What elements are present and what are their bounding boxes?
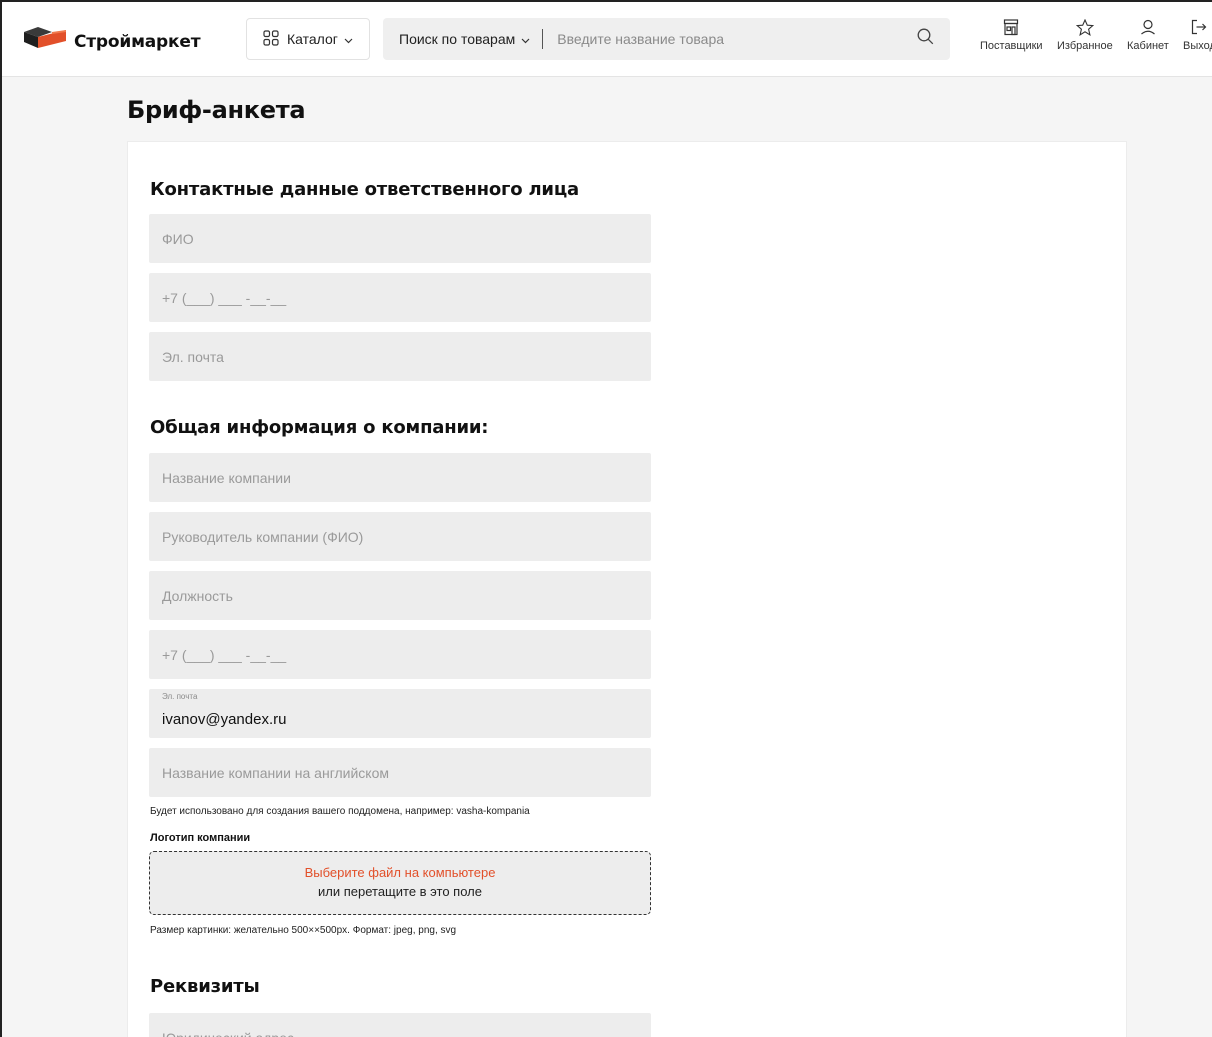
nav-account[interactable]: Кабинет [1127, 16, 1169, 52]
contact-section-title: Контактные данные ответственного лица [150, 179, 579, 200]
nav-label: Избранное [1057, 40, 1113, 52]
nav-label: Кабинет [1127, 40, 1169, 52]
contact-fio-input[interactable] [149, 214, 651, 263]
company-director-field [149, 512, 651, 561]
subdomain-hint: Будет использовано для создания вашего п… [150, 806, 530, 817]
company-phone-field [149, 630, 651, 679]
legal-address-input[interactable] [149, 1013, 651, 1037]
contact-email-input[interactable] [149, 332, 651, 381]
company-name-field [149, 453, 651, 502]
legal-address-field [149, 1013, 651, 1037]
company-name-en-input[interactable] [149, 748, 651, 797]
search-divider [542, 29, 544, 49]
company-position-field [149, 571, 651, 620]
nav-favorites[interactable]: Избранное [1057, 16, 1113, 52]
store-icon [1003, 16, 1019, 38]
search-input[interactable] [557, 18, 900, 60]
chevron-down-icon [521, 31, 530, 47]
logout-icon [1191, 16, 1207, 38]
user-icon [1140, 16, 1156, 38]
contact-phone-field [149, 273, 651, 322]
company-email-input[interactable] [149, 689, 651, 738]
search-mode-dropdown[interactable]: Поиск по товарам [383, 31, 530, 47]
drag-hint: или перетащите в это поле [318, 884, 482, 899]
catalog-label: Каталог [287, 31, 338, 47]
contact-fio-field [149, 214, 651, 263]
company-name-en-field [149, 748, 651, 797]
contact-phone-input[interactable] [149, 273, 651, 322]
brand-logo[interactable]: Строймаркет [22, 26, 201, 57]
logo-icon [22, 26, 68, 57]
app-window: Строймаркет Каталог Поиск по товарам Вве… [0, 0, 1212, 1037]
company-director-input[interactable] [149, 512, 651, 561]
company-phone-input[interactable] [149, 630, 651, 679]
chevron-down-icon [344, 31, 353, 47]
catalog-button[interactable]: Каталог [246, 18, 370, 60]
search-mode-label: Поиск по товарам [399, 31, 516, 47]
contact-email-field [149, 332, 651, 381]
nav-suppliers[interactable]: Поставщики [980, 16, 1043, 52]
brand-name: Строймаркет [74, 31, 201, 52]
choose-file-link[interactable]: Выберите файл на компьютере [150, 865, 650, 880]
grid-icon [263, 29, 279, 49]
search-bar: Поиск по товарам [383, 18, 950, 60]
search-icon [917, 28, 934, 50]
page-title: Бриф-анкета [127, 96, 306, 124]
nav-logout[interactable]: Выход [1183, 16, 1212, 52]
requisites-section-title: Реквизиты [150, 976, 260, 997]
company-position-input[interactable] [149, 571, 651, 620]
nav-label: Поставщики [980, 40, 1043, 52]
company-email-field: Эл. почта [149, 689, 651, 738]
logo-dropzone[interactable]: Выберите файл на компьютере или перетащи… [149, 851, 651, 915]
site-header: Строймаркет Каталог Поиск по товарам Вве… [2, 2, 1212, 77]
search-button[interactable] [900, 18, 950, 60]
company-section-title: Общая информация о компании: [150, 417, 489, 438]
logo-size-hint: Размер картинки: желательно 500××500px. … [150, 925, 457, 936]
company-name-input[interactable] [149, 453, 651, 502]
logo-label: Логотип компании [150, 832, 251, 844]
nav-label: Выход [1183, 40, 1212, 52]
star-icon [1075, 16, 1094, 38]
